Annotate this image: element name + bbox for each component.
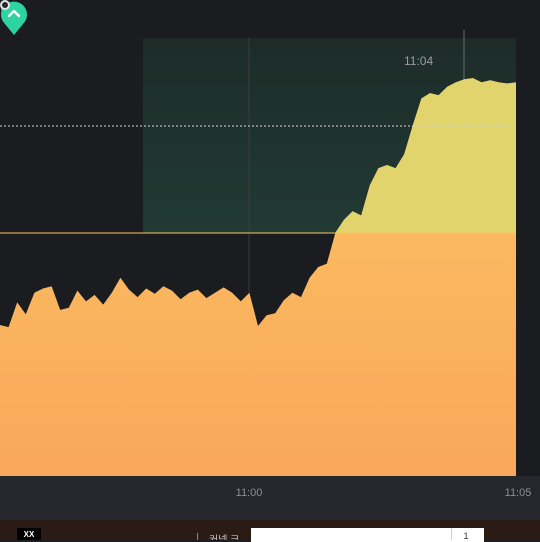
app-icon[interactable]: XX (17, 528, 41, 540)
taskbar: XX 커넥 크 1 (0, 520, 540, 542)
tick-label-1100: 11:00 (235, 487, 263, 499)
taskbar-input-button[interactable]: 1 (452, 528, 480, 540)
taskbar-divider (197, 533, 198, 540)
tick-label-1105: 11:05 (504, 487, 532, 499)
current-point-icon[interactable] (0, 0, 10, 10)
time-axis: 11:00 11:05 (0, 476, 540, 520)
price-chart (0, 30, 516, 476)
lock-time-label: 11:04 (404, 54, 434, 68)
chart-area: 11:04 (0, 0, 540, 476)
taskbar-text: 커넥 크 (209, 531, 239, 540)
